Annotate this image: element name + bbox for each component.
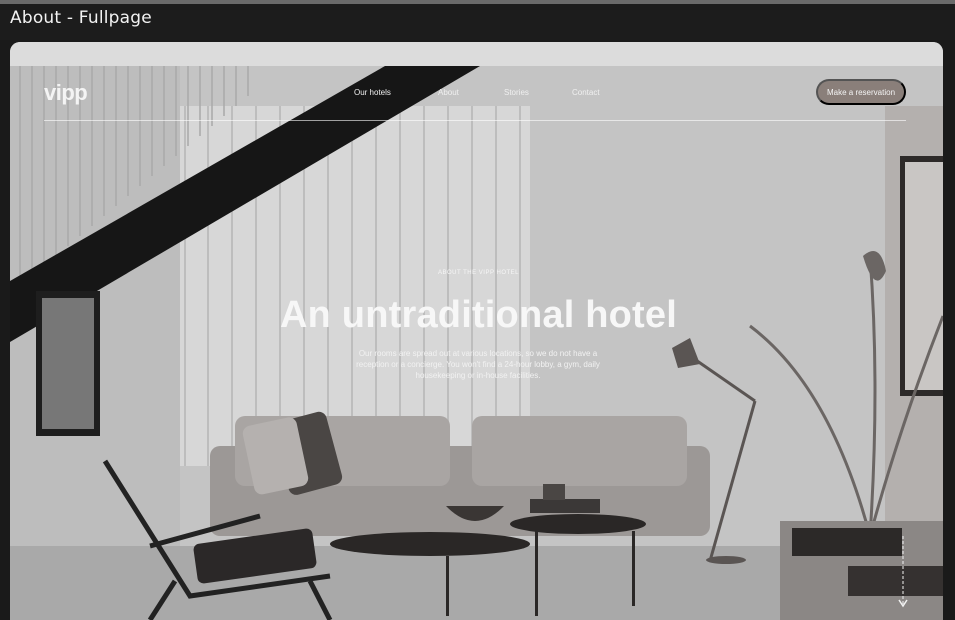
hero-eyebrow: ABOUT THE VIPP HOTEL (437, 270, 520, 276)
hero-headline: An untraditional hotel (279, 294, 678, 336)
window-titlebar: About - Fullpage (0, 0, 955, 40)
nav-link-about[interactable]: About (438, 88, 459, 97)
hero-description: Our rooms are spread out at various loca… (356, 349, 600, 380)
make-reservation-button[interactable]: Make a reservation (816, 79, 906, 105)
nav-link-stories[interactable]: Stories (504, 88, 529, 97)
arrow-down-icon[interactable] (896, 536, 910, 610)
viewport-top-bar (10, 42, 943, 66)
nav-divider (44, 120, 906, 121)
hero-section: vipp Our hotels About Stories Contact Ma… (10, 66, 943, 620)
site-navigation: vipp Our hotels About Stories Contact Ma… (10, 66, 943, 122)
window-title: About - Fullpage (10, 8, 152, 28)
hero-background-image (10, 66, 943, 620)
nav-link-our-hotels[interactable]: Our hotels (354, 88, 391, 97)
nav-link-contact[interactable]: Contact (572, 88, 600, 97)
vipp-logo[interactable]: vipp (44, 80, 88, 106)
browser-viewport: vipp Our hotels About Stories Contact Ma… (10, 42, 943, 620)
